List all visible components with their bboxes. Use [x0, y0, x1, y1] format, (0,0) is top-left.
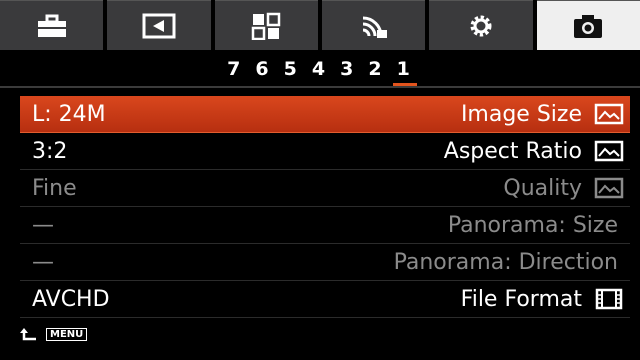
tab-wireless[interactable]	[321, 0, 426, 50]
menu-value: Fine	[32, 175, 77, 201]
menu-value: —	[32, 249, 54, 275]
menu-value: 3:2	[32, 138, 68, 164]
menu-label: Aspect Ratio	[443, 138, 582, 164]
grid-icon	[252, 12, 281, 40]
playback-icon	[142, 13, 176, 38]
menu-value: —	[32, 212, 54, 238]
page-indicator: 7654321	[0, 58, 640, 86]
page-1-current[interactable]: 1	[391, 58, 419, 86]
page-6[interactable]: 6	[249, 58, 277, 80]
menu-item-image-size[interactable]: L: 24M Image Size	[20, 96, 630, 133]
page-5[interactable]: 5	[278, 58, 306, 80]
tab-settings[interactable]	[429, 0, 533, 50]
footer: MENU	[18, 326, 88, 342]
menu-button-label[interactable]: MENU	[46, 327, 88, 341]
image-icon	[594, 103, 624, 125]
page-3[interactable]: 3	[334, 58, 362, 80]
image-icon	[594, 177, 624, 199]
wireless-icon	[362, 16, 387, 38]
toolbox-icon	[37, 14, 66, 37]
menu-item-aspect-ratio[interactable]: 3:2 Aspect Ratio	[20, 133, 630, 170]
camera-icon	[574, 14, 603, 38]
gear-icon	[470, 15, 492, 36]
page-2[interactable]: 2	[362, 58, 390, 80]
menu-label: Panorama: Direction	[393, 249, 618, 275]
image-icon	[594, 140, 624, 162]
menu-item-file-format[interactable]: AVCHD File Format	[20, 281, 630, 318]
menu-item-quality[interactable]: Fine Quality	[20, 170, 630, 207]
return-arrow-icon[interactable]	[18, 326, 40, 342]
menu-value: AVCHD	[32, 286, 110, 312]
menu-list: L: 24M Image Size 3:2 Aspect Ratio Fine …	[0, 96, 640, 318]
menu-label: Quality	[503, 175, 582, 201]
tab-bar	[0, 0, 640, 50]
menu-label: File Format	[460, 286, 582, 312]
tab-custom[interactable]	[0, 0, 104, 50]
film-icon	[595, 288, 623, 310]
menu-value: L: 24M	[32, 101, 106, 127]
tab-applications[interactable]	[214, 0, 318, 50]
menu-label: Image Size	[460, 101, 582, 127]
menu-label: Panorama: Size	[447, 212, 618, 238]
menu-item-panorama-direction[interactable]: — Panorama: Direction	[20, 244, 630, 281]
menu-item-panorama-size[interactable]: — Panorama: Size	[20, 207, 630, 244]
divider	[0, 86, 640, 88]
page-7[interactable]: 7	[221, 58, 249, 80]
page-4[interactable]: 4	[306, 58, 334, 80]
tab-camera[interactable]	[536, 0, 640, 50]
tab-playback[interactable]	[107, 0, 211, 50]
